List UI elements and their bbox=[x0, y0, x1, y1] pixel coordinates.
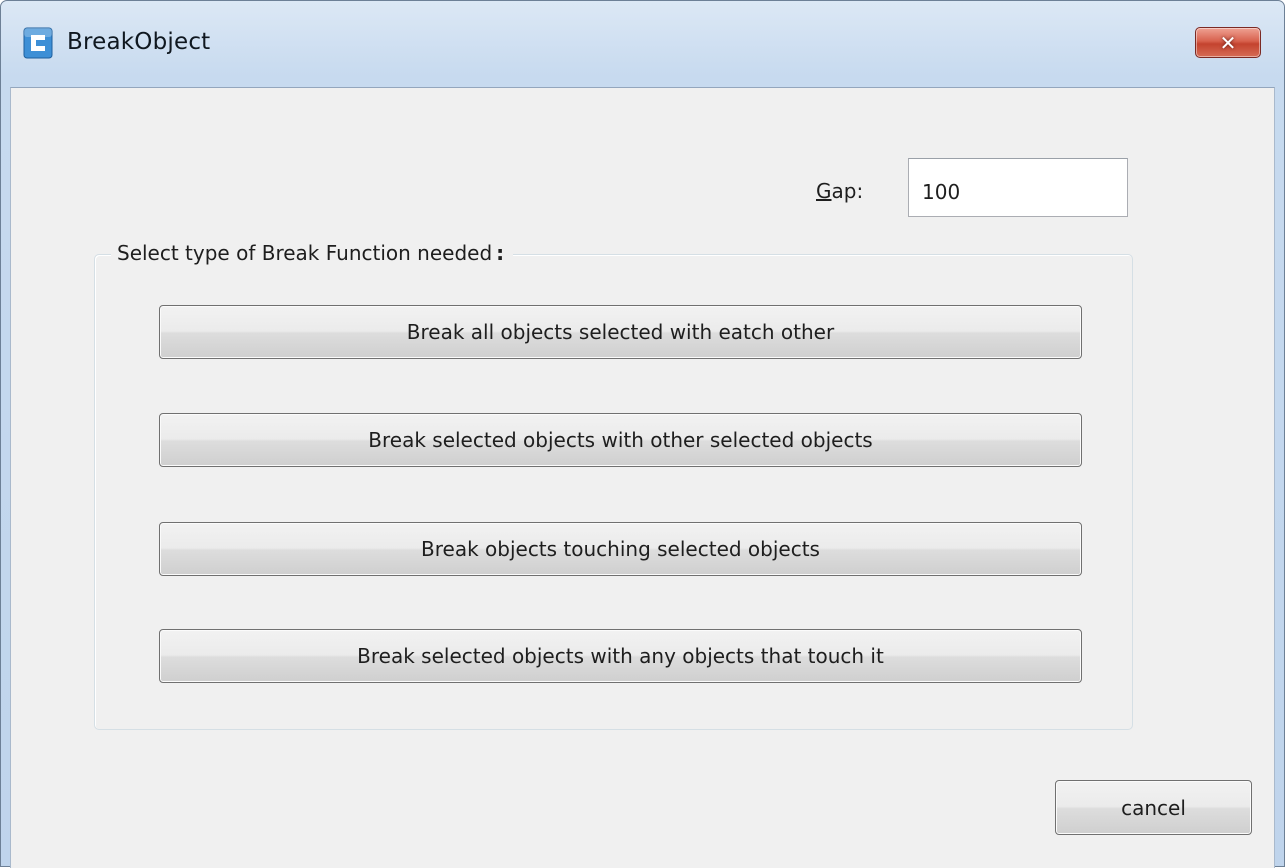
break-touching-selected-button[interactable]: Break objects touching selected objects bbox=[159, 522, 1082, 576]
break-selected-with-touching-button[interactable]: Break selected objects with any objects … bbox=[159, 629, 1082, 683]
gap-label-mnemonic: G bbox=[816, 179, 832, 203]
gap-input[interactable] bbox=[908, 158, 1128, 217]
button-label: Break selected objects with any objects … bbox=[357, 644, 884, 668]
break-all-selected-button[interactable]: Break all objects selected with eatch ot… bbox=[159, 305, 1082, 359]
gap-label: Gap: bbox=[816, 179, 863, 203]
title-bar[interactable]: BreakObject ✕ bbox=[1, 1, 1284, 87]
window-title: BreakObject bbox=[67, 29, 211, 55]
close-button[interactable]: ✕ bbox=[1195, 27, 1261, 58]
dialog-window: BreakObject ✕ Gap: Select type of Break … bbox=[0, 0, 1285, 868]
break-selected-with-selected-button[interactable]: Break selected objects with other select… bbox=[159, 413, 1082, 467]
gap-label-text: ap: bbox=[831, 179, 864, 203]
app-logo-icon bbox=[23, 27, 53, 59]
groupbox-title: Select type of Break Function needed: bbox=[111, 241, 514, 265]
close-icon: ✕ bbox=[1219, 30, 1237, 55]
button-label: Break selected objects with other select… bbox=[368, 428, 873, 452]
cancel-button-label: cancel bbox=[1121, 795, 1186, 820]
button-label: Break all objects selected with eatch ot… bbox=[406, 320, 835, 344]
button-label: Break objects touching selected objects bbox=[421, 537, 820, 561]
groupbox-title-colon: : bbox=[496, 241, 505, 265]
cancel-button[interactable]: cancel bbox=[1055, 780, 1252, 835]
groupbox-title-text: Select type of Break Function needed bbox=[117, 241, 493, 265]
